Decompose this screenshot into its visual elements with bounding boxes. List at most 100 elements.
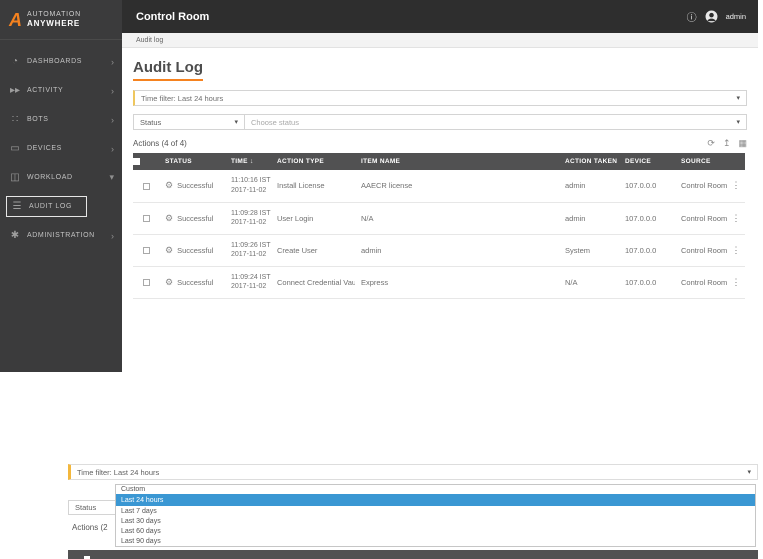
actions-count: Actions (4 of 4): [133, 139, 187, 148]
logo-text: AUTOMATION ANYWHERE: [27, 11, 81, 28]
sidebar-item-label: DASHBOARDS: [27, 58, 83, 65]
page-title: Audit Log: [133, 59, 203, 81]
item-name-value: AAECR license: [361, 181, 413, 191]
table-row[interactable]: ⚙ Successful 11:09:24 IST 2017-11-02 Conne…: [133, 266, 745, 298]
device-value: 107.0.0.0: [625, 181, 657, 191]
date-value: 2017-11-02: [231, 219, 267, 226]
sidebar-item-label: DEVICES: [27, 145, 62, 152]
status-value: Successful: [177, 277, 214, 287]
breadcrumb: Audit log: [122, 33, 758, 48]
action-type-value: Create User: [277, 245, 318, 255]
table-row[interactable]: ⚙ Successful 11:10:16 IST 2017-11-02 Insta…: [133, 170, 745, 202]
date-value: 2017-11-02: [231, 186, 267, 194]
time-value: 11:09:24 IST: [231, 273, 271, 281]
sidebar-item-label: AUDIT LOG: [29, 203, 73, 210]
time-value: 11:09:28 IST: [231, 209, 271, 217]
devices-icon: ▭: [10, 143, 20, 154]
row-menu-icon[interactable]: ⋮: [732, 245, 741, 255]
topbar: Control Room ⓘ admin: [122, 0, 758, 33]
column-header-item-name: ITEM NAME: [361, 158, 401, 165]
selected-item-frame: ☰ AUDIT LOG: [6, 196, 88, 217]
item-name-value: admin: [361, 245, 382, 255]
row-menu-icon[interactable]: ⋮: [732, 277, 741, 287]
status-value: Successful: [177, 245, 214, 255]
user-name[interactable]: admin: [726, 12, 746, 21]
sidebar-item-dashboards[interactable]: ◔ DASHBOARDS ›: [0, 47, 122, 76]
row-checkbox[interactable]: [142, 182, 150, 190]
bot-status-icon: ⚙: [165, 244, 174, 255]
sidebar-item-label: BOTS: [27, 116, 49, 123]
option-last-24-hours[interactable]: Last 24 hours: [116, 494, 755, 506]
table-tools: ⟳ ↥ ▦: [707, 139, 747, 148]
bots-icon: ∷: [11, 114, 19, 125]
export-icon[interactable]: ↥: [723, 139, 731, 148]
sidebar-item-administration[interactable]: ✱ ADMINISTRATION ›: [0, 221, 122, 250]
chevron-right-icon: ›: [111, 114, 114, 125]
choose-status-select[interactable]: Choose status ▾: [244, 114, 747, 130]
row-checkbox[interactable]: [142, 215, 150, 223]
device-value: 107.0.0.0: [625, 245, 657, 255]
status-value: Successful: [177, 213, 214, 223]
sidebar-item-label: WORKLOAD: [27, 174, 73, 181]
source-value: Control Room: [681, 277, 727, 287]
option-last-60-days[interactable]: Last 60 days: [116, 526, 755, 536]
choose-status-placeholder: Choose status: [251, 117, 299, 127]
sidebar-item-audit-log[interactable]: ☰ AUDIT LOG: [0, 192, 122, 221]
refresh-icon[interactable]: ⟳: [707, 139, 715, 148]
topbar-right: ⓘ admin: [687, 9, 746, 24]
chevron-down-icon: ▾: [109, 172, 114, 182]
option-last-7-days[interactable]: Last 7 days: [116, 506, 755, 516]
actions-count-partial: Actions (2: [72, 523, 108, 532]
option-custom[interactable]: Custom: [116, 485, 755, 494]
bot-status-icon: ⚙: [165, 276, 174, 287]
sort-descending-icon[interactable]: ↓: [250, 158, 254, 165]
date-value: 2017-11-02: [231, 283, 267, 290]
row-menu-icon[interactable]: ⋮: [732, 213, 741, 223]
action-taken-by-value: admin: [565, 213, 586, 223]
dashboards-icon: ◔: [11, 56, 19, 67]
columns-icon[interactable]: ▦: [738, 139, 747, 148]
chevron-right-icon: ›: [111, 143, 114, 154]
table-header-row: STATUS TIME ↓ ACTION TYPE ITEM NAME ACTI…: [133, 153, 745, 170]
device-value: 107.0.0.0: [625, 277, 657, 287]
status-select[interactable]: Status ▾: [133, 114, 245, 130]
chevron-down-icon: ▾: [736, 95, 740, 102]
action-taken-by-value: N/A: [565, 277, 578, 287]
audit-log-table: STATUS TIME ↓ ACTION TYPE ITEM NAME ACTI…: [133, 153, 745, 299]
bot-status-icon: ⚙: [165, 180, 174, 191]
chevron-right-icon: ›: [111, 230, 114, 241]
option-last-30-days[interactable]: Last 30 days: [116, 516, 755, 526]
time-filter-select-focused[interactable]: Time filter: Last 24 hours ▾: [68, 464, 758, 480]
row-checkbox[interactable]: [142, 247, 150, 255]
sidebar-item-activity[interactable]: ▸▸ ACTIVITY ›: [0, 76, 122, 105]
timefilter-dropdown-fragment: Time filter: Last 24 hours ▾ Status Acti…: [68, 464, 758, 559]
sidebar-item-bots[interactable]: ∷ BOTS ›: [0, 105, 122, 134]
sidebar-item-workload[interactable]: ◫ WORKLOAD ▾: [0, 163, 122, 192]
time-filter-select[interactable]: Time filter: Last 24 hours ▾: [133, 90, 747, 106]
sidebar-item-label: ADMINISTRATION: [27, 232, 95, 239]
main-content: Audit Log Time filter: Last 24 hours ▾ S…: [122, 48, 758, 372]
sidebar-item-devices[interactable]: ▭ DEVICES ›: [0, 134, 122, 163]
status-select-label: Status: [75, 503, 97, 512]
device-value: 107.0.0.0: [625, 213, 657, 223]
select-all-checkbox[interactable]: [133, 157, 140, 165]
action-taken-by-value: System: [565, 245, 591, 255]
table-row[interactable]: ⚙ Successful 11:09:26 IST 2017-11-02 Creat…: [133, 234, 745, 266]
logo-line1: AUTOMATION: [27, 10, 82, 18]
table-row[interactable]: ⚙ Successful 11:09:28 IST 2017-11-02 User …: [133, 202, 745, 234]
sidebar-nav: ◔ DASHBOARDS › ▸▸ ACTIVITY › ∷ BOTS › ▭ …: [0, 40, 122, 250]
breadcrumb-item[interactable]: Audit log: [136, 37, 163, 44]
automation-anywhere-logo-icon: A: [9, 9, 22, 30]
sidebar-item-label: ACTIVITY: [27, 87, 64, 94]
info-icon[interactable]: ⓘ: [687, 9, 697, 24]
time-filter-options-list: Custom Last 24 hours Last 7 days Last 30…: [115, 484, 756, 547]
row-menu-icon[interactable]: ⋮: [732, 180, 741, 190]
row-checkbox[interactable]: [142, 279, 150, 287]
item-name-value: Express: [361, 277, 389, 287]
status-value: Successful: [177, 181, 214, 191]
option-last-90-days[interactable]: Last 90 days: [116, 536, 755, 546]
user-avatar-icon[interactable]: [705, 10, 718, 23]
column-header-label: TIME: [231, 158, 248, 165]
action-type-value: Connect Credential Vault: [277, 277, 355, 287]
chevron-down-icon: ▾: [747, 469, 751, 476]
